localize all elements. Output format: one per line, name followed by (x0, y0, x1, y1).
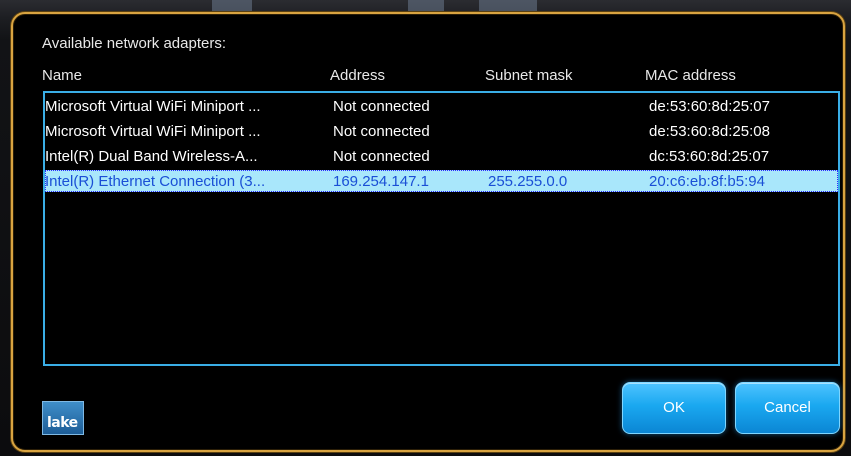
dialog-title: Available network adapters: (42, 35, 226, 52)
adapter-row-selected[interactable]: Intel(R) Ethernet Connection (3... 169.2… (45, 170, 838, 192)
lake-logo: lake (42, 401, 84, 435)
adapter-row[interactable]: Intel(R) Dual Band Wireless-A... Not con… (45, 145, 838, 167)
adapter-mac-address: de:53:60:8d:25:07 (649, 98, 770, 115)
adapter-address: Not connected (333, 148, 430, 165)
column-header-subnet-mask[interactable]: Subnet mask (485, 67, 573, 84)
adapter-name: Microsoft Virtual WiFi Miniport ... (45, 98, 261, 115)
adapter-address: 169.254.147.1 (333, 173, 429, 190)
adapter-row[interactable]: Microsoft Virtual WiFi Miniport ... Not … (45, 120, 838, 142)
adapter-list[interactable]: Microsoft Virtual WiFi Miniport ... Not … (43, 91, 840, 366)
adapter-mac-address: 20:c6:eb:8f:b5:94 (649, 173, 765, 190)
column-header-mac-address[interactable]: MAC address (645, 67, 736, 84)
adapter-address: Not connected (333, 123, 430, 140)
ok-button[interactable]: OK (622, 382, 726, 434)
adapter-address: Not connected (333, 98, 430, 115)
adapter-subnet-mask: 255.255.0.0 (488, 173, 568, 190)
lake-logo-text: lake (47, 415, 78, 431)
adapter-name: Intel(R) Dual Band Wireless-A... (45, 148, 258, 165)
adapter-name: Intel(R) Ethernet Connection (3... (45, 173, 266, 190)
adapter-mac-address: dc:53:60:8d:25:07 (649, 148, 770, 165)
adapter-name: Microsoft Virtual WiFi Miniport ... (45, 123, 261, 140)
adapter-mac-address: de:53:60:8d:25:08 (649, 123, 770, 140)
column-header-address[interactable]: Address (330, 67, 385, 84)
network-adapters-dialog: Available network adapters: Name Address… (11, 12, 845, 452)
column-header-name[interactable]: Name (42, 67, 82, 84)
adapter-row[interactable]: Microsoft Virtual WiFi Miniport ... Not … (45, 95, 838, 117)
cancel-button[interactable]: Cancel (735, 382, 840, 434)
